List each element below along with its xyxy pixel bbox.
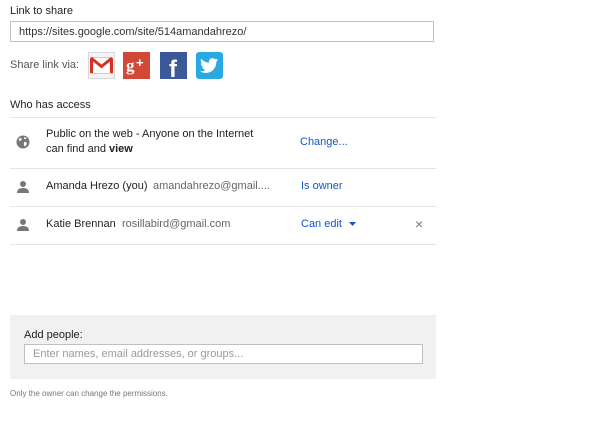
chevron-down-icon: [349, 222, 357, 227]
public-line2: can find and view: [46, 143, 133, 155]
share-via-label: Share link via:: [10, 59, 80, 71]
add-people-panel: Add people:: [10, 315, 436, 379]
close-icon: ×: [415, 216, 424, 232]
person-icon: [17, 181, 29, 193]
owner-name: Amanda Hrezo (you): [46, 180, 148, 192]
who-has-access-title: Who has access: [10, 99, 91, 111]
editor-name: Katie Brennan: [46, 218, 116, 230]
access-row-editor: Katie Brennan rosillabird@gmail.com Can …: [10, 207, 436, 244]
link-to-share-title: Link to share: [10, 5, 73, 17]
public-line1: Public on the web - Anyone on the Intern…: [46, 128, 254, 140]
svg-text:f: f: [169, 56, 178, 79]
remove-editor-button[interactable]: ×: [415, 216, 423, 232]
gmail-icon: [90, 57, 113, 74]
share-google-plus-button[interactable]: g +: [123, 52, 150, 79]
globe-icon: [16, 135, 30, 149]
editor-role-dropdown[interactable]: Can edit: [301, 218, 357, 230]
svg-text:+: +: [136, 55, 144, 70]
twitter-icon: [200, 57, 219, 73]
divider: [10, 244, 436, 245]
change-visibility-link[interactable]: Change...: [300, 136, 348, 148]
share-facebook-button[interactable]: f: [160, 52, 187, 79]
facebook-icon: f: [169, 56, 178, 79]
share-twitter-button[interactable]: [196, 52, 223, 79]
share-gmail-button[interactable]: [88, 52, 115, 79]
public-line2-prefix: can find and: [46, 143, 109, 155]
permissions-footnote: Only the owner can change the permission…: [10, 389, 168, 398]
public-line2-bold: view: [109, 143, 133, 155]
editor-role-label: Can edit: [301, 218, 342, 230]
owner-email: amandahrezo@gmail....: [153, 180, 270, 192]
svg-text:g: g: [126, 56, 135, 75]
add-people-label: Add people:: [24, 329, 83, 341]
editor-email: rosillabird@gmail.com: [122, 218, 231, 230]
share-link-field[interactable]: [10, 21, 434, 42]
add-people-input[interactable]: [24, 344, 423, 364]
google-plus-icon: g +: [126, 55, 144, 75]
access-row-public: Public on the web - Anyone on the Intern…: [10, 118, 436, 168]
access-row-owner: Amanda Hrezo (you) amandahrezo@gmail....…: [10, 169, 436, 206]
person-icon: [17, 219, 29, 231]
owner-role: Is owner: [301, 180, 343, 192]
